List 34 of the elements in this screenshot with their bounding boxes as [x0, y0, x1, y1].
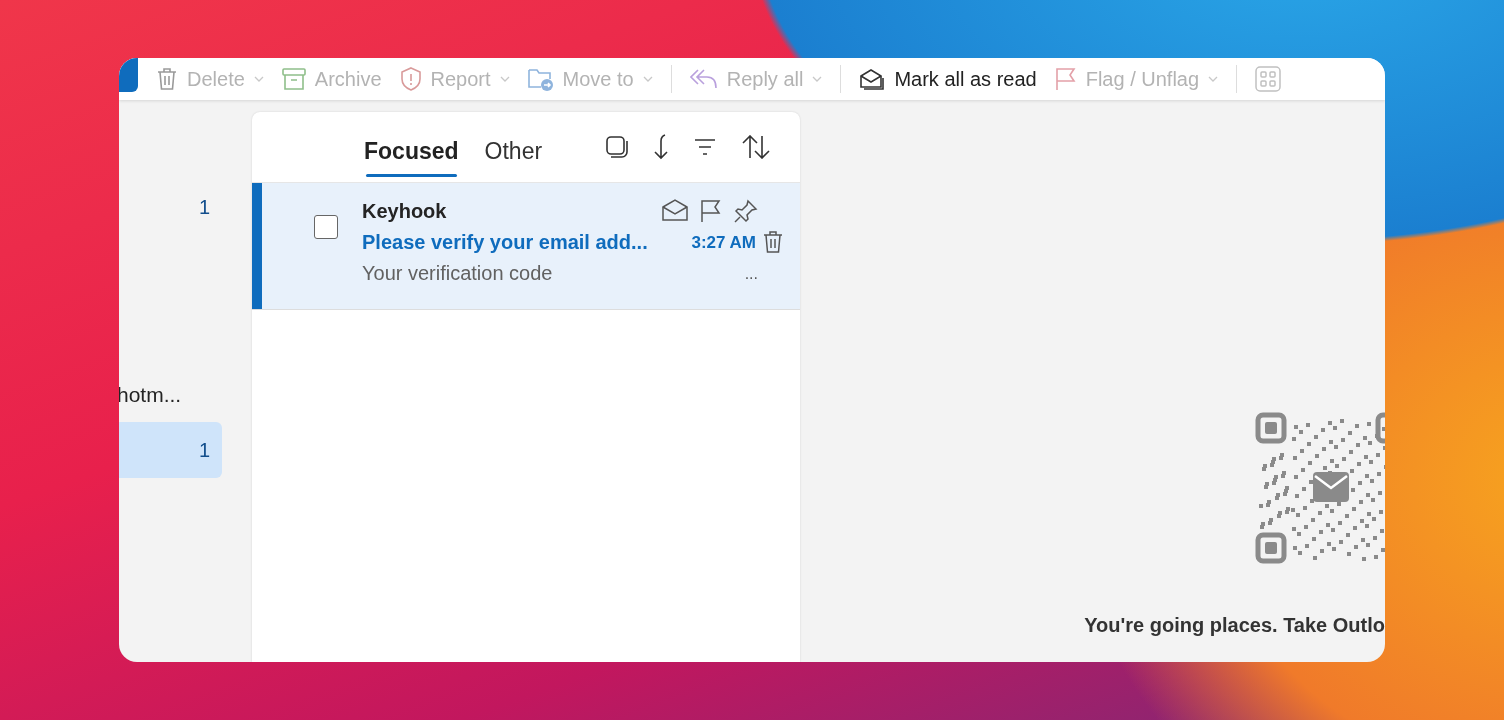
- mail-tab[interactable]: Other: [484, 125, 543, 177]
- checkbox[interactable]: [314, 215, 338, 239]
- pin-icon[interactable]: [734, 199, 758, 223]
- arrow-down-icon[interactable]: [654, 134, 668, 160]
- email-preview: Your verification code: [362, 262, 553, 285]
- sender-name: Keyhook: [362, 199, 447, 223]
- flag-icon: [1054, 67, 1077, 91]
- envelope-open-icon: [859, 68, 886, 90]
- message-row[interactable]: Keyhook Please verify your email add... 3:27 AM Your verification code ...: [252, 183, 800, 310]
- filter-icon[interactable]: [694, 139, 716, 155]
- folder-item[interactable]: 1: [119, 422, 222, 478]
- shield-icon: [399, 67, 422, 91]
- folder-icon: [527, 67, 554, 91]
- chevron-icon: [499, 76, 510, 82]
- chevron-icon: [812, 76, 823, 82]
- chevron-icon: [253, 76, 264, 82]
- chevron-icon: [642, 76, 653, 82]
- envelope-open-icon[interactable]: [662, 199, 688, 221]
- email-time: 3:27 AM: [691, 232, 756, 253]
- chevron-icon: [1208, 76, 1219, 82]
- mail-tab[interactable]: Focused: [364, 125, 459, 177]
- reply-all-icon: [689, 68, 718, 90]
- more-options[interactable]: ...: [744, 264, 758, 283]
- account-name[interactable]: hotm...: [119, 382, 252, 408]
- sort-icon[interactable]: [742, 135, 770, 159]
- trash-icon[interactable]: [762, 229, 784, 254]
- promo-heading: You're going places. Take Outlo: [1084, 614, 1385, 637]
- folder-item[interactable]: 1: [119, 195, 222, 219]
- select-icon[interactable]: [606, 136, 628, 158]
- toolbar-button[interactable]: Mark all as read: [859, 67, 1037, 91]
- archive-icon: [281, 68, 306, 90]
- flag-icon[interactable]: [700, 199, 722, 223]
- trash-icon: [156, 67, 178, 91]
- email-subject: Please verify your email add...: [362, 231, 648, 254]
